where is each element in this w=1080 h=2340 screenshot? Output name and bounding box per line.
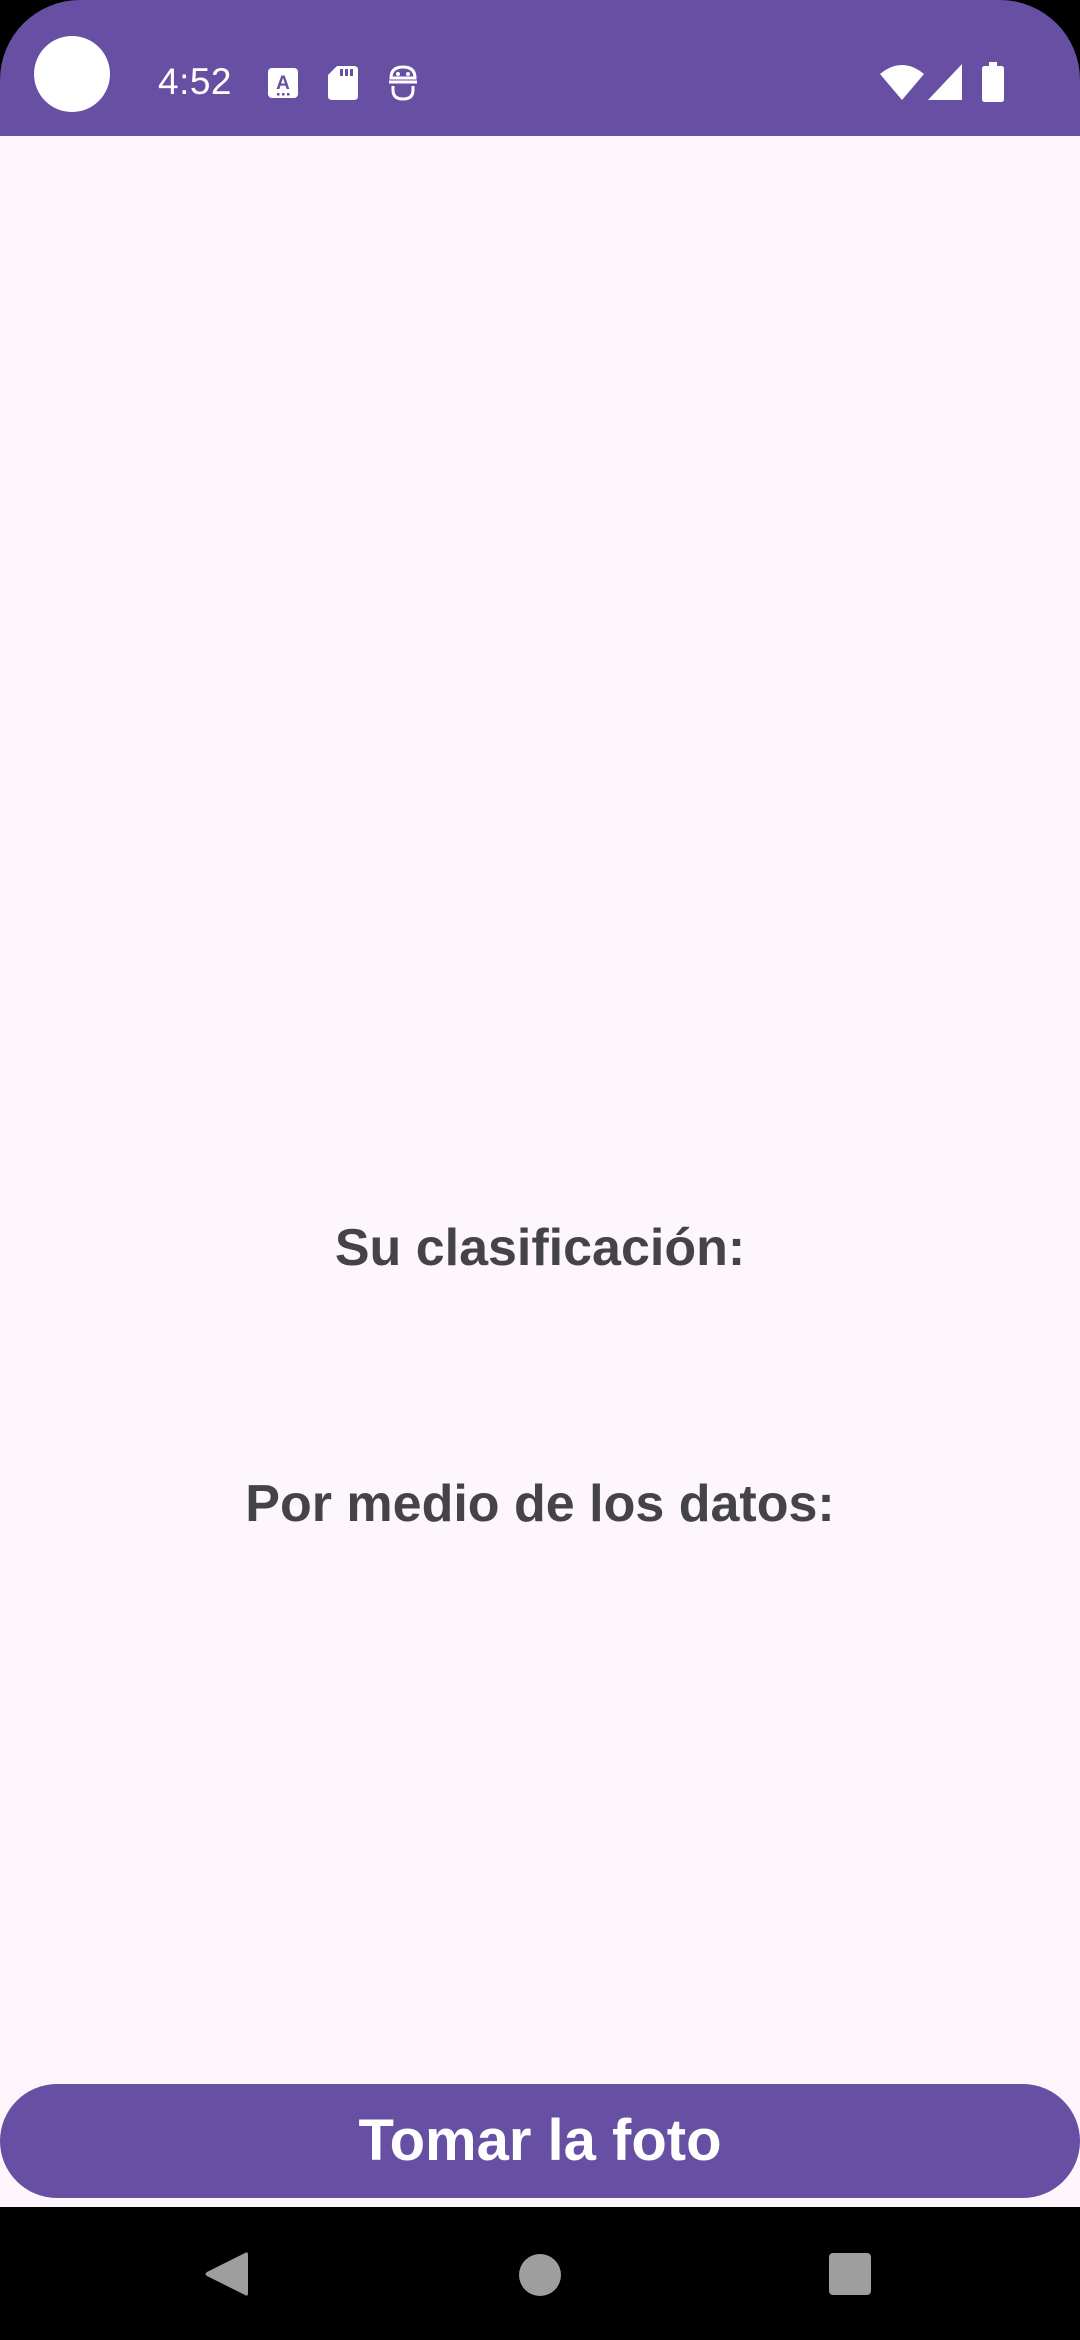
- main-content: Su clasificación: Por medio de los datos…: [0, 136, 1080, 2207]
- home-icon[interactable]: [518, 2253, 562, 2297]
- font-a-icon: A: [268, 68, 298, 98]
- status-bar: 4:52 A: [0, 0, 1080, 136]
- sd-card-icon: [328, 66, 358, 100]
- phone-screen: 4:52 A Su clasificación: Por medio de lo…: [0, 0, 1080, 2340]
- cell-signal-icon: [928, 64, 962, 100]
- back-icon[interactable]: [204, 2250, 248, 2298]
- data-label: Por medio de los datos:: [245, 1475, 835, 1533]
- svg-text:A: A: [276, 73, 290, 94]
- recents-icon[interactable]: [829, 2253, 871, 2295]
- navigation-bar: [0, 2207, 1080, 2340]
- battery-icon: [982, 62, 1004, 102]
- wifi-icon: [880, 65, 924, 100]
- classification-label: Su clasificación:: [334, 1219, 746, 1277]
- status-time: 4:52: [158, 61, 233, 102]
- android-debug-icon: [389, 65, 417, 101]
- take-photo-button[interactable]: Tomar la foto: [0, 2084, 1080, 2198]
- camera-cutout: [34, 36, 110, 112]
